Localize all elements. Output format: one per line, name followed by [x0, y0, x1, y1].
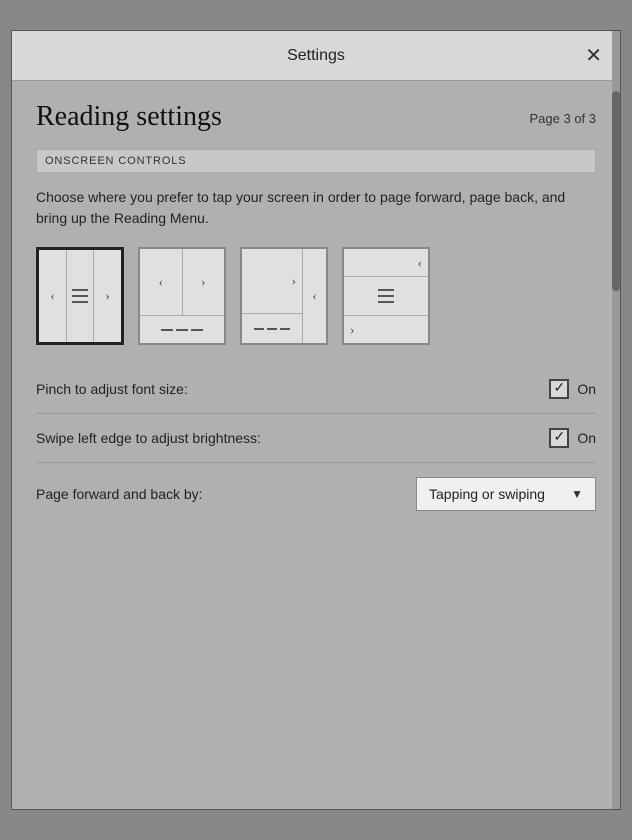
- swipe-setting-row: Swipe left edge to adjust brightness: ✓ …: [36, 414, 596, 463]
- scrollbar-track[interactable]: [612, 31, 620, 809]
- layout2-left-arrow: ‹: [140, 249, 183, 315]
- dialog-header: Settings ✕: [12, 31, 620, 81]
- layout1-right-arrow: ›: [93, 250, 121, 342]
- section-description: Choose where you prefer to tap your scre…: [36, 187, 596, 229]
- menu-line: [378, 289, 394, 291]
- menu-line: [72, 295, 88, 297]
- layout-option-4[interactable]: ‹ ›: [342, 247, 430, 345]
- menu-line: [267, 328, 277, 330]
- layout-option-2[interactable]: ‹ ›: [138, 247, 226, 345]
- layout1-left-arrow: ‹: [39, 250, 67, 342]
- pinch-label: Pinch to adjust font size:: [36, 381, 188, 397]
- layout3-bottom-menu: [242, 313, 302, 343]
- dialog-title: Settings: [287, 47, 345, 65]
- page-forward-label: Page forward and back by:: [36, 486, 203, 502]
- pinch-status: On: [577, 381, 596, 397]
- pinch-checkmark: ✓: [553, 382, 565, 396]
- swipe-checkbox[interactable]: ✓: [549, 428, 569, 448]
- layout4-middle-menu: [344, 277, 428, 315]
- menu-line: [280, 328, 290, 330]
- layout-options: ‹ › ‹ ›: [36, 247, 596, 345]
- settings-dialog: Settings ✕ Reading settings Page 3 of 3 …: [11, 30, 621, 810]
- layout-option-1[interactable]: ‹ ›: [36, 247, 124, 345]
- menu-line: [254, 328, 264, 330]
- layout4-bottom-forward-arrow: ›: [344, 315, 428, 343]
- layout2-right-arrow: ›: [183, 249, 225, 315]
- layout1-center-menu: [67, 250, 93, 342]
- menu-line: [378, 295, 394, 297]
- menu-line: [72, 301, 88, 303]
- menu-line: [176, 329, 188, 331]
- swipe-control: ✓ On: [549, 428, 596, 448]
- page-indicator: Page 3 of 3: [530, 111, 597, 126]
- layout3-forward-arrow: ›: [242, 249, 302, 313]
- scrollbar-thumb[interactable]: [612, 91, 620, 291]
- page-title: Reading settings: [36, 101, 222, 133]
- menu-line: [161, 329, 173, 331]
- layout3-back-arrow: ‹: [302, 249, 326, 343]
- dialog-content: Reading settings Page 3 of 3 ONSCREEN CO…: [12, 81, 620, 809]
- page-header: Reading settings Page 3 of 3: [36, 101, 596, 133]
- swipe-status: On: [577, 430, 596, 446]
- chevron-down-icon: ▼: [571, 487, 583, 501]
- swipe-checkmark: ✓: [553, 431, 565, 445]
- page-forward-dropdown[interactable]: Tapping or swiping ▼: [416, 477, 596, 511]
- menu-line: [72, 289, 88, 291]
- pinch-checkbox[interactable]: ✓: [549, 379, 569, 399]
- page-forward-value: Tapping or swiping: [429, 486, 545, 502]
- pinch-control: ✓ On: [549, 379, 596, 399]
- menu-line: [191, 329, 203, 331]
- layout4-top-back-arrow: ‹: [344, 249, 428, 277]
- close-button[interactable]: ✕: [581, 42, 606, 70]
- menu-line: [378, 301, 394, 303]
- section-label: ONSCREEN CONTROLS: [36, 149, 596, 173]
- page-forward-row: Page forward and back by: Tapping or swi…: [36, 463, 596, 525]
- swipe-label: Swipe left edge to adjust brightness:: [36, 430, 261, 446]
- layout-option-3[interactable]: › ‹: [240, 247, 328, 345]
- layout2-bottom-menu: [140, 315, 224, 343]
- pinch-setting-row: Pinch to adjust font size: ✓ On: [36, 365, 596, 414]
